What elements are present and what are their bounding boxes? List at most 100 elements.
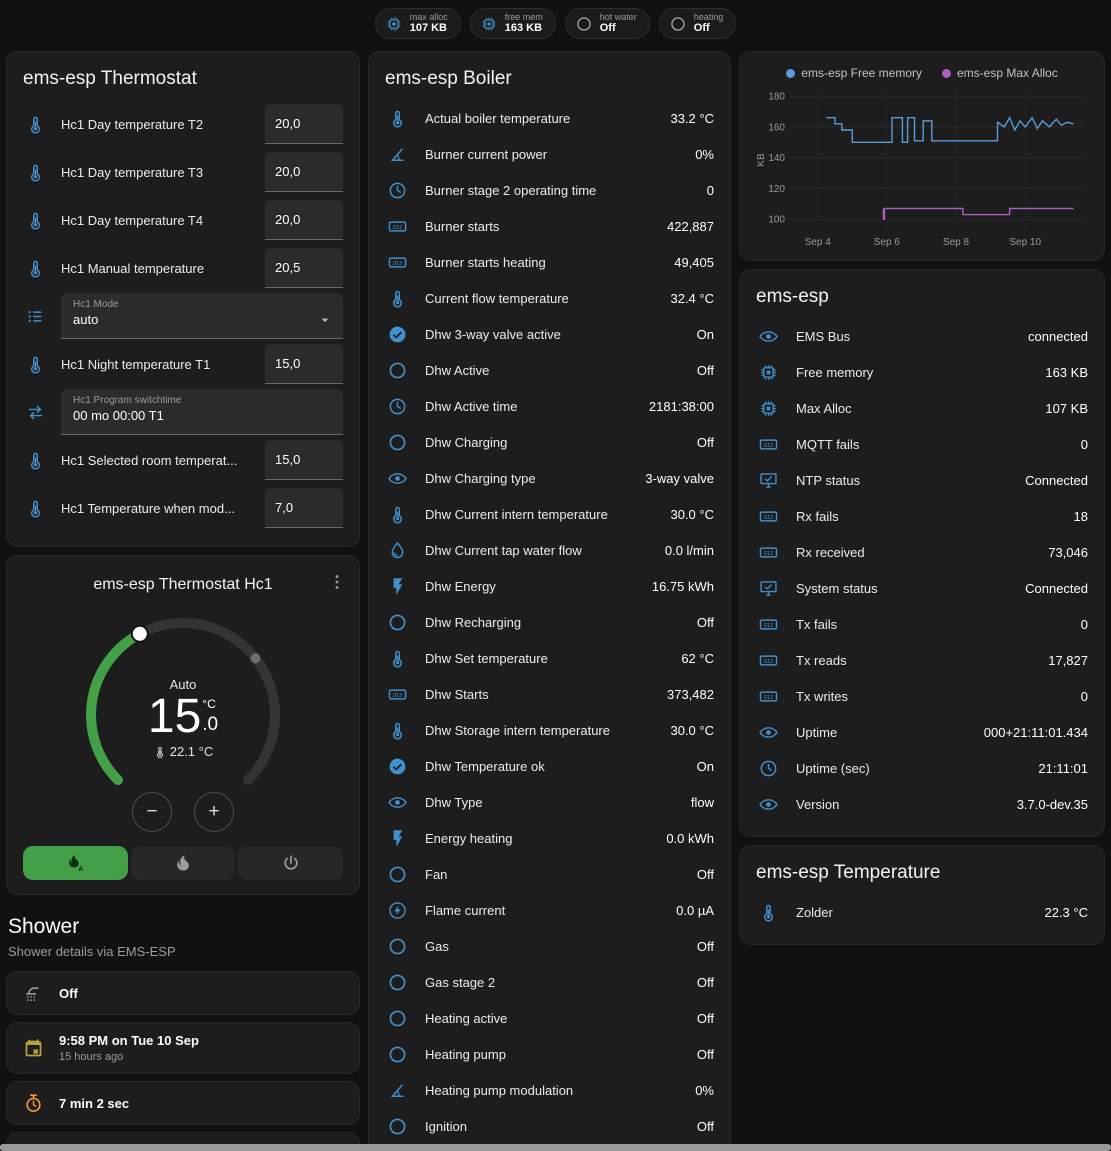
- entity-row[interactable]: 012MQTT fails0: [756, 426, 1088, 462]
- text-input[interactable]: Hc1 Program switchtime00 mo 00:00 T1: [61, 389, 343, 435]
- legend-item[interactable]: ems-esp Free memory: [786, 66, 922, 80]
- entity-row[interactable]: Dhw Active time2181:38:00: [385, 388, 714, 424]
- entity-row[interactable]: Current flow temperature32.4 °C: [385, 280, 714, 316]
- entity-value: On: [697, 759, 714, 774]
- circle-icon: [385, 972, 409, 993]
- entity-row[interactable]: Dhw Typeflow: [385, 784, 714, 820]
- entity-label: Hc1 Day temperature T4: [61, 213, 251, 228]
- menu-icon[interactable]: [327, 572, 347, 592]
- thermometer-icon: [23, 210, 47, 231]
- number-input[interactable]: 15,0: [265, 344, 343, 384]
- entity-label: NTP status: [796, 473, 1009, 488]
- thermostat-card: ems-esp Thermostat Hc1 Day temperature T…: [6, 51, 360, 547]
- entity-value: 0: [1081, 617, 1088, 632]
- entity-row[interactable]: Actual boiler temperature33.2 °C: [385, 100, 714, 136]
- horizontal-scrollbar[interactable]: [0, 1144, 1111, 1151]
- entity-row[interactable]: 012Tx writes0: [756, 678, 1088, 714]
- entity-row[interactable]: Heating pump modulation0%: [385, 1072, 714, 1108]
- entity-row[interactable]: 012Burner starts heating49,405: [385, 244, 714, 280]
- decrease-temp-button[interactable]: −: [132, 792, 172, 832]
- entity-row[interactable]: Uptime (sec)21:11:01: [756, 750, 1088, 786]
- entity-row[interactable]: Dhw Temperature okOn: [385, 748, 714, 784]
- mode-heat-button[interactable]: [131, 846, 236, 880]
- entity-row[interactable]: NTP statusConnected: [756, 462, 1088, 498]
- entity-row[interactable]: Uptime000+21:11:01.434: [756, 714, 1088, 750]
- legend-dot: [786, 69, 795, 78]
- entity-row[interactable]: Dhw Charging type3-way valve: [385, 460, 714, 496]
- entity-row[interactable]: Burner stage 2 operating time0: [385, 172, 714, 208]
- entity-value: Off: [697, 1047, 714, 1062]
- thermostat-dial[interactable]: Auto 15 °C .0 22.1 °C: [78, 610, 288, 820]
- entity-row[interactable]: 012Rx fails18: [756, 498, 1088, 534]
- number-input[interactable]: 20,5: [265, 248, 343, 288]
- status-badge[interactable]: heatingOff: [659, 8, 737, 39]
- entity-row[interactable]: Dhw 3-way valve activeOn: [385, 316, 714, 352]
- entity-value: connected: [1028, 329, 1088, 344]
- status-badge[interactable]: max alloc107 KB: [375, 8, 461, 39]
- increase-temp-button[interactable]: +: [194, 792, 234, 832]
- counter-icon: 012: [756, 506, 780, 527]
- entity-row[interactable]: Dhw Set temperature62 °C: [385, 640, 714, 676]
- entity-row[interactable]: Dhw ActiveOff: [385, 352, 714, 388]
- entity-row[interactable]: Heating activeOff: [385, 1000, 714, 1036]
- entity-row[interactable]: Max Alloc107 KB: [756, 390, 1088, 426]
- hvac-mode-row: A: [23, 846, 343, 880]
- number-input[interactable]: 7,0: [265, 488, 343, 528]
- number-input[interactable]: 20,0: [265, 200, 343, 240]
- svg-text:120: 120: [768, 184, 785, 195]
- svg-text:140: 140: [768, 153, 785, 164]
- mode-select[interactable]: Hc1 Modeauto: [61, 293, 343, 339]
- svg-text:180: 180: [768, 92, 785, 103]
- mode-off-button[interactable]: [238, 846, 343, 880]
- section-subtitle: Shower details via EMS-ESP: [8, 944, 358, 959]
- entity-row[interactable]: 012Tx reads17,827: [756, 642, 1088, 678]
- entity-row[interactable]: GasOff: [385, 928, 714, 964]
- number-input[interactable]: 15,0: [265, 440, 343, 480]
- entity-row[interactable]: Zolder22.3 °C: [756, 894, 1088, 930]
- entity-value: Off: [697, 1011, 714, 1026]
- eye-icon: [756, 794, 780, 815]
- badge-label: max alloc: [410, 12, 448, 22]
- entity-row[interactable]: System statusConnected: [756, 570, 1088, 606]
- entity-label: Flame current: [425, 903, 660, 918]
- entity-row[interactable]: 012Tx fails0: [756, 606, 1088, 642]
- svg-text:012: 012: [763, 623, 773, 629]
- shower-item[interactable]: 7 min 2 sec: [6, 1081, 360, 1125]
- entity-row[interactable]: Dhw RechargingOff: [385, 604, 714, 640]
- entity-row[interactable]: 012Burner starts422,887: [385, 208, 714, 244]
- entity-row[interactable]: Version3.7.0-dev.35: [756, 786, 1088, 822]
- status-badge[interactable]: hot waterOff: [565, 8, 650, 39]
- thermometer-icon: [23, 498, 47, 519]
- number-input[interactable]: 20,0: [265, 152, 343, 192]
- monitor-icon: [756, 470, 780, 491]
- entity-row[interactable]: Dhw Current tap water flow0.0 l/min: [385, 532, 714, 568]
- entity-row[interactable]: IgnitionOff: [385, 1108, 714, 1144]
- entity-row[interactable]: FanOff: [385, 856, 714, 892]
- entity-row[interactable]: Burner current power0%: [385, 136, 714, 172]
- entity-row[interactable]: Dhw Current intern temperature30.0 °C: [385, 496, 714, 532]
- legend-item[interactable]: ems-esp Max Alloc: [942, 66, 1058, 80]
- entity-row[interactable]: Dhw ChargingOff: [385, 424, 714, 460]
- entity-row[interactable]: 012Rx received73,046: [756, 534, 1088, 570]
- memory-history-chart: 100120140160180Sep 4Sep 6Sep 8Sep 10KB: [754, 82, 1090, 254]
- entity-value: 0.0 l/min: [665, 543, 714, 558]
- number-input[interactable]: 20,0: [265, 104, 343, 144]
- middle-column: ems-esp Boiler Actual boiler temperature…: [368, 51, 731, 1151]
- mode-auto-button[interactable]: A: [23, 846, 128, 880]
- entity-row[interactable]: Energy heating0.0 kWh: [385, 820, 714, 856]
- shower-item[interactable]: 9:58 PM on Tue 10 Sep15 hours ago: [6, 1022, 360, 1074]
- entity-row[interactable]: Gas stage 2Off: [385, 964, 714, 1000]
- entity-row[interactable]: Free memory163 KB: [756, 354, 1088, 390]
- entity-row[interactable]: EMS Busconnected: [756, 318, 1088, 354]
- shower-item[interactable]: Off: [6, 971, 360, 1015]
- entity-value: 16.75 kWh: [652, 579, 714, 594]
- entity-label: Rx fails: [796, 509, 1058, 524]
- entity-row[interactable]: Flame current0.0 µA: [385, 892, 714, 928]
- badge-value: 163 KB: [505, 22, 543, 35]
- entity-row[interactable]: Dhw Energy16.75 kWh: [385, 568, 714, 604]
- entity-row[interactable]: 012Dhw Starts373,482: [385, 676, 714, 712]
- entity-row[interactable]: Heating pumpOff: [385, 1036, 714, 1072]
- entity-row[interactable]: Dhw Storage intern temperature30.0 °C: [385, 712, 714, 748]
- status-badge[interactable]: free mem163 KB: [470, 8, 556, 39]
- flash-icon: [385, 828, 409, 849]
